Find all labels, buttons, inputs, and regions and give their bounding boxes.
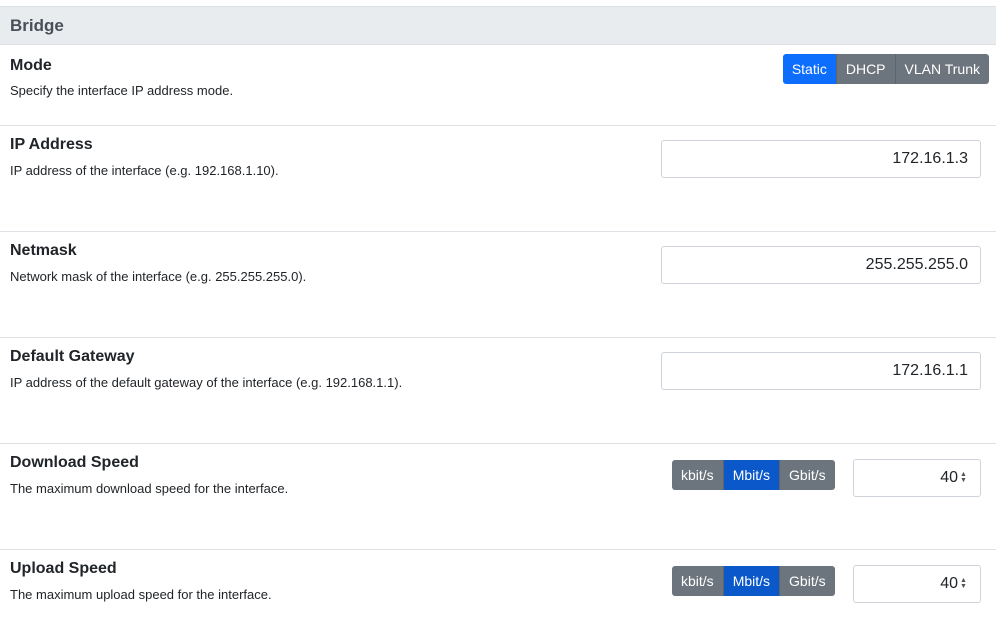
netmask-row: Netmask Network mask of the interface (e… (0, 232, 996, 338)
upload-gbits-button[interactable]: Gbit/s (780, 566, 835, 596)
ip-address-description: IP address of the interface (e.g. 192.16… (10, 163, 279, 178)
download-kbits-button[interactable]: kbit/s (672, 460, 724, 490)
mode-dhcp-button[interactable]: DHCP (836, 54, 896, 84)
download-speed-description: The maximum download speed for the inter… (10, 481, 289, 496)
upload-kbits-button[interactable]: kbit/s (672, 566, 724, 596)
download-gbits-button[interactable]: Gbit/s (780, 460, 835, 490)
upload-speed-row: Upload Speed The maximum upload speed fo… (0, 550, 996, 643)
upload-speed-input[interactable]: 40 ▲ ▼ (853, 565, 981, 603)
netmask-title: Netmask (10, 242, 77, 259)
ip-address-title: IP Address (10, 136, 93, 153)
download-mbits-button[interactable]: Mbit/s (723, 460, 781, 490)
upload-mbits-button[interactable]: Mbit/s (723, 566, 781, 596)
gateway-row: Default Gateway IP address of the defaul… (0, 338, 996, 444)
download-speed-value: 40 (940, 469, 958, 486)
section-title: Bridge (10, 16, 64, 35)
mode-row: Mode Specify the interface IP address mo… (0, 46, 996, 126)
upload-speed-description: The maximum upload speed for the interfa… (10, 587, 272, 602)
gateway-title: Default Gateway (10, 348, 135, 365)
section-header: Bridge (0, 6, 996, 45)
download-unit-button-group: kbit/s Mbit/s Gbit/s (672, 460, 835, 490)
netmask-description: Network mask of the interface (e.g. 255.… (10, 269, 307, 284)
upload-speed-title: Upload Speed (10, 560, 117, 577)
mode-vlan-trunk-button[interactable]: VLAN Trunk (895, 54, 989, 84)
upload-unit-button-group: kbit/s Mbit/s Gbit/s (672, 566, 835, 596)
bridge-settings-panel: Bridge Mode Specify the interface IP add… (0, 0, 1000, 643)
ip-address-row: IP Address IP address of the interface (… (0, 126, 996, 232)
number-spinner-icon[interactable]: ▲ ▼ (960, 471, 967, 485)
mode-description: Specify the interface IP address mode. (10, 83, 234, 98)
download-speed-title: Download Speed (10, 454, 139, 471)
netmask-input[interactable] (661, 246, 981, 284)
number-spinner-icon[interactable]: ▲ ▼ (960, 577, 967, 591)
ip-address-input[interactable] (661, 140, 981, 178)
upload-speed-value: 40 (940, 575, 958, 592)
mode-title: Mode (10, 57, 52, 74)
mode-static-button[interactable]: Static (782, 54, 837, 84)
download-speed-input[interactable]: 40 ▲ ▼ (853, 459, 981, 497)
mode-button-group: Static DHCP VLAN Trunk (782, 54, 989, 84)
gateway-description: IP address of the default gateway of the… (10, 375, 403, 390)
gateway-input[interactable] (661, 352, 981, 390)
download-speed-row: Download Speed The maximum download spee… (0, 444, 996, 550)
